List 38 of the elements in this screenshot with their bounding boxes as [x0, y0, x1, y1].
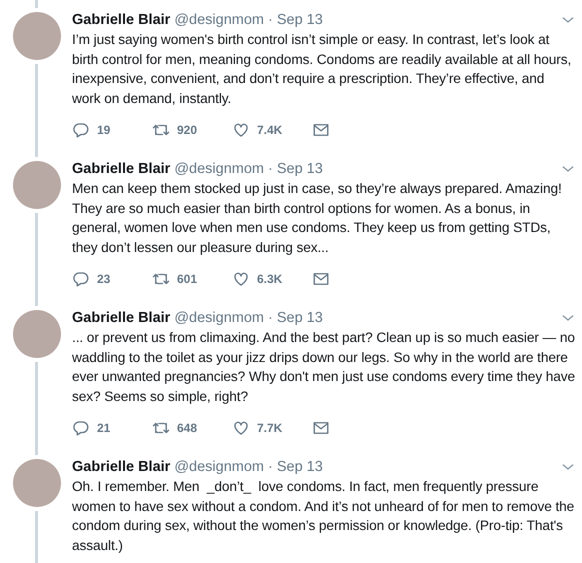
separator-dot: · — [268, 161, 273, 177]
tweet-date[interactable]: Sep 13 — [276, 459, 323, 475]
retweet-count: 601 — [177, 272, 198, 286]
reply-count: 19 — [97, 123, 110, 137]
author-handle[interactable]: @designmom — [174, 310, 264, 326]
retweet-count: 920 — [177, 123, 198, 137]
tweet-text: ... or prevent us from climaxing. And the best part? Clean up is so much easier — no waddling to the toilet as your jizz drips down our legs. So why in the world are there ever unwanted pregnancies? Why don't men just use condoms every time they have sex? Seems so simple, right? — [72, 329, 576, 406]
like-count: 7.4K — [257, 123, 282, 137]
reply-count: 23 — [97, 272, 110, 286]
tweet-date[interactable]: Sep 13 — [276, 12, 323, 28]
author-name[interactable]: Gabrielle Blair — [72, 12, 170, 28]
separator-dot: · — [268, 12, 273, 28]
like-count: 7.7K — [257, 421, 282, 435]
mail-icon[interactable] — [312, 419, 330, 437]
reply-icon[interactable] — [72, 270, 90, 288]
mail-icon[interactable] — [312, 270, 330, 288]
separator-dot: · — [268, 459, 273, 475]
heart-icon[interactable] — [232, 270, 250, 288]
tweet-date[interactable]: Sep 13 — [276, 310, 323, 326]
mail-icon[interactable] — [312, 121, 330, 139]
tweet-text: Men can keep them stocked up just in case, so they’re always prepared. Amazing! They are so much easier than birth control options for women. As a bonus, in general, women love when men use condoms. They keep us from getting STDs, they don’t lessen our pleasure during sex... — [72, 180, 563, 257]
heart-icon[interactable] — [232, 419, 250, 437]
separator-dot: · — [268, 310, 273, 326]
author-name[interactable]: Gabrielle Blair — [72, 161, 170, 177]
retweet-count: 648 — [177, 421, 198, 435]
author-name[interactable]: Gabrielle Blair — [72, 310, 170, 326]
reply-icon[interactable] — [72, 419, 90, 437]
author-name[interactable]: Gabrielle Blair — [72, 459, 170, 475]
author-handle[interactable]: @designmom — [174, 161, 264, 177]
like-count: 6.3K — [257, 272, 282, 286]
author-handle[interactable]: @designmom — [174, 459, 264, 475]
reply-icon[interactable] — [72, 121, 90, 139]
author-handle[interactable]: @designmom — [174, 12, 264, 28]
tweet-date[interactable]: Sep 13 — [276, 161, 323, 177]
reply-count: 21 — [97, 421, 110, 435]
tweet-text: Oh. I remember. Men _don’t_ love condoms. In fact, men frequently pressure women to have sex without a condom. And it’s not unheard of for men to remove the condom during sex, without the women’s permission or knowledge. (Pro-tip: That's assault.) — [72, 478, 576, 555]
heart-icon[interactable] — [232, 121, 250, 139]
tweet-text: I’m just saying women's birth control isn’t simple or easy. In contrast, let’s look at birth control for men, meaning condoms. Condoms are readily available at all hours, inexpensive, convenient, and don’t require a prescription. They’re effective, and work on demand, instantly. — [72, 31, 572, 108]
